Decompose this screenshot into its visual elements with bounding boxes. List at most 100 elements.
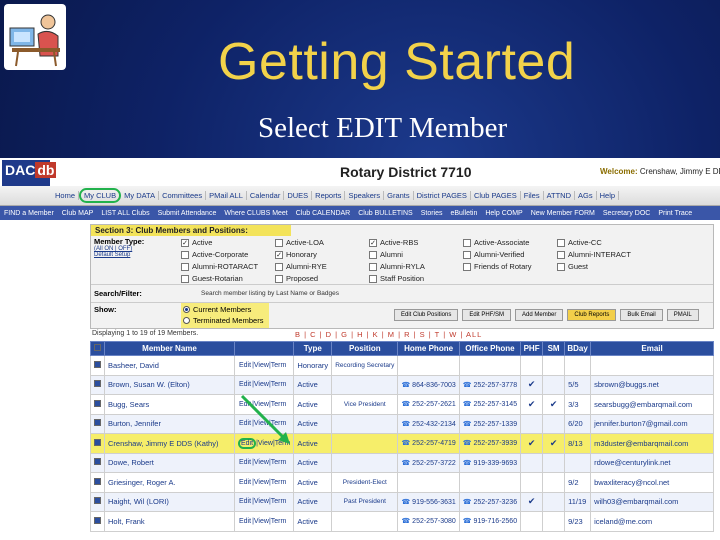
pmail-button[interactable]: PMAIL <box>666 309 699 321</box>
row-select-cell[interactable] <box>90 511 105 532</box>
member-type-alumni-ryla[interactable]: Alumni-RYLA <box>369 261 463 272</box>
edit-link[interactable]: Edit <box>238 479 252 486</box>
member-name[interactable]: Basheer, David <box>104 355 235 376</box>
nav-dues[interactable]: DUES <box>284 191 313 200</box>
checkbox[interactable] <box>463 238 471 247</box>
nav-files[interactable]: Files <box>521 191 544 200</box>
checkbox[interactable]: ✓ <box>181 238 189 247</box>
checkbox[interactable] <box>181 262 189 271</box>
edit-link[interactable]: Edit <box>238 437 257 449</box>
nav-my-data[interactable]: My DATA <box>121 191 160 200</box>
home-phone[interactable]: 919-556-3631 <box>397 491 460 512</box>
nav-my-club[interactable]: My CLUB <box>79 188 122 203</box>
table-row[interactable]: Basheer, David Edit|View|Term Honorary Reco… <box>90 355 714 376</box>
row-select-cell[interactable] <box>90 452 105 473</box>
member-email[interactable]: iceland@me.com <box>590 511 714 532</box>
checkbox[interactable] <box>275 274 283 283</box>
subnav-find-a-member[interactable]: FIND a Member <box>0 210 58 217</box>
member-type-proposed[interactable]: Proposed <box>275 273 369 284</box>
member-email[interactable]: jennifer.burton7@gmail.com <box>590 413 714 434</box>
member-email[interactable]: rdowe@centurylink.net <box>590 452 714 473</box>
row-checkbox[interactable] <box>94 380 101 388</box>
member-type-friends-of-rotary[interactable]: Friends of Rotary <box>463 261 557 272</box>
member-name[interactable]: Haight, Wil (LORI) <box>104 491 235 512</box>
view-link[interactable]: View <box>254 381 269 388</box>
nav-attnd[interactable]: ATTND <box>544 191 576 200</box>
row-select-cell[interactable] <box>90 433 105 454</box>
member-name[interactable]: Dowe, Robert <box>104 452 235 473</box>
office-phone[interactable]: 252-257-3236 <box>458 491 522 512</box>
home-phone[interactable]: 252-257-3080 <box>397 511 460 532</box>
row-select-cell[interactable] <box>90 374 105 395</box>
subnav-submit-attendance[interactable]: Submit Attendance <box>154 210 221 217</box>
term-link[interactable]: Term <box>271 498 287 505</box>
office-phone[interactable]: 252-257-1339 <box>458 413 522 434</box>
term-link[interactable]: Term <box>271 479 287 486</box>
row-checkbox[interactable] <box>94 477 101 485</box>
checkbox[interactable] <box>369 274 377 283</box>
club-reports-button[interactable]: Club Reports <box>567 309 617 321</box>
checkbox[interactable] <box>275 238 283 247</box>
row-select-cell[interactable] <box>90 491 105 512</box>
table-row[interactable]: Griesinger, Roger A. Edit|View|Term Active… <box>90 472 714 493</box>
member-email[interactable]: wilh03@embarqmail.com <box>590 491 714 512</box>
view-link[interactable]: View <box>254 459 269 466</box>
member-email[interactable]: sbrown@buggs.net <box>590 374 714 395</box>
view-link[interactable]: View <box>254 498 269 505</box>
subnav-where-clubs-meet[interactable]: Where CLUBS Meet <box>220 210 291 217</box>
subnav-club-bulletins[interactable]: Club BULLETINS <box>354 210 416 217</box>
edit-link[interactable]: Edit <box>238 362 252 369</box>
member-email[interactable]: searsbugg@embarqmail.com <box>590 394 714 415</box>
nav-pmail-all[interactable]: PMail ALL <box>206 191 247 200</box>
term-link[interactable]: Term <box>271 401 287 408</box>
checkbox[interactable] <box>181 274 189 283</box>
nav-district-pages[interactable]: District PAGES <box>414 191 471 200</box>
member-type-alumni-rotaract[interactable]: Alumni-ROTARACT <box>181 261 275 272</box>
office-phone[interactable]: 252-257-3145 <box>458 394 522 415</box>
add-member-button[interactable]: Add Member <box>515 309 564 321</box>
radio-current-members[interactable]: Current Members <box>183 304 267 315</box>
radio-terminated-members[interactable]: Terminated Members <box>183 315 267 326</box>
office-phone[interactable]: 252-257-3939 <box>458 433 522 454</box>
subnav-list-all-clubs[interactable]: LIST ALL Clubs <box>97 210 153 217</box>
member-type-guest-rotarian[interactable]: Guest-Rotarian <box>181 273 275 284</box>
edit-link[interactable]: Edit <box>238 381 252 388</box>
term-link[interactable]: Term <box>271 459 287 466</box>
term-link[interactable]: Term <box>275 440 291 447</box>
view-link[interactable]: View <box>254 401 269 408</box>
edit-link[interactable]: Edit <box>238 459 252 466</box>
office-phone[interactable]: 252-257-3778 <box>458 374 522 395</box>
term-link[interactable]: Term <box>271 518 287 525</box>
home-phone[interactable]: 864-836-7003 <box>397 374 460 395</box>
radio-dot[interactable] <box>183 317 190 324</box>
home-phone[interactable]: 252-257-3722 <box>397 452 460 473</box>
home-phone[interactable]: 252-432-2134 <box>397 413 460 434</box>
nav-committees[interactable]: Committees <box>159 191 207 200</box>
row-checkbox[interactable] <box>94 497 101 505</box>
checkbox[interactable] <box>369 250 377 259</box>
nav-help[interactable]: Help <box>597 191 620 200</box>
table-row[interactable]: Haight, Wil (LORI) Edit|View|Term Active Pa… <box>90 491 714 512</box>
table-row[interactable]: Crenshaw, Jimmy E DDS (Kathy) Edit |View|T… <box>90 433 714 454</box>
home-phone[interactable]: 252-257-2621 <box>397 394 460 415</box>
member-type-active-associate[interactable]: Active-Associate <box>463 237 557 248</box>
member-email[interactable] <box>590 355 714 376</box>
table-row[interactable]: Dowe, RobertEdit|View|TermActive 252-257-… <box>90 452 714 473</box>
member-type-active-rbs[interactable]: ✓ Active-RBS <box>369 237 463 248</box>
nav-calendar[interactable]: Calendar <box>247 191 285 200</box>
term-link[interactable]: Term <box>271 420 287 427</box>
dacdb-logo[interactable]: DAC db <box>2 160 57 186</box>
subnav-club-calendar[interactable]: Club CALENDAR <box>292 210 354 217</box>
subnav-ebulletin[interactable]: eBulletin <box>447 210 482 217</box>
member-type-guest[interactable]: Guest <box>557 261 651 272</box>
view-link[interactable]: View <box>254 518 269 525</box>
row-select-cell[interactable] <box>90 394 105 415</box>
office-phone[interactable]: 919-339-9693 <box>458 452 522 473</box>
view-link[interactable]: View <box>254 479 269 486</box>
row-checkbox[interactable] <box>94 458 101 466</box>
bulk-email-button[interactable]: Bulk Email <box>620 309 663 321</box>
row-select-cell[interactable] <box>90 472 105 493</box>
term-link[interactable]: Term <box>271 381 287 388</box>
nav-speakers[interactable]: Speakers <box>345 191 385 200</box>
col-member-name[interactable]: Member Name <box>104 341 235 356</box>
